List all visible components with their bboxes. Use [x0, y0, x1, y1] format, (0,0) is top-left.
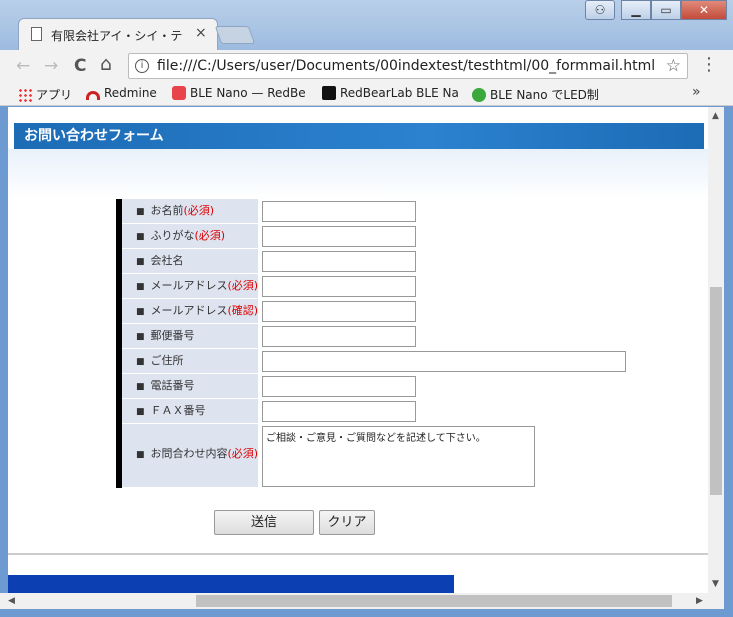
form-row-phone: ■ 電話番号: [122, 374, 626, 399]
minimize-button[interactable]: ▁: [621, 0, 651, 20]
field-label: ■ 会社名: [122, 249, 258, 274]
scroll-up-icon[interactable]: ▲: [712, 111, 719, 121]
field-label: ■ ＦＡＸ番号: [122, 399, 258, 424]
scroll-left-icon[interactable]: ◀: [8, 596, 15, 606]
form-row-furigana: ■ ふりがな(必須): [122, 224, 626, 249]
clear-button[interactable]: クリア: [319, 510, 375, 535]
form-row-address: ■ ご住所: [122, 349, 626, 374]
bookmark-redmine[interactable]: Redmine: [86, 86, 157, 100]
field-label: ■ お問合わせ内容(必須): [122, 424, 258, 488]
email-confirm-input[interactable]: [262, 301, 416, 322]
phone-input[interactable]: [262, 376, 416, 397]
field-label: ■ 郵便番号: [122, 324, 258, 349]
tab-title: 有限会社アイ・シイ・テ: [51, 29, 183, 43]
header-gradient: [8, 149, 708, 199]
form-row-email: ■ メールアドレス(必須): [122, 274, 626, 299]
company-input[interactable]: [262, 251, 416, 272]
inquiry-textarea[interactable]: ご相談・ご意見・ご質問などを記述して下さい。: [262, 426, 535, 487]
contact-form: ■ お名前(必須) ■ ふりがな(必須) ■ 会社名 ■ メールアドレス(必須) ■ メー…: [116, 199, 626, 488]
bullet-icon: ■: [136, 407, 145, 417]
redmine-icon: [86, 91, 100, 100]
field-label: ■ お名前(必須): [122, 199, 258, 224]
address-bar[interactable]: i file:///C:/Users/user/Documents/00inde…: [128, 53, 688, 79]
apps-grid-icon: [18, 88, 32, 102]
browser-toolbar: ← → C ⌂ i file:///C:/Users/user/Document…: [0, 50, 733, 82]
bullet-icon: ■: [136, 382, 145, 392]
bookmark-star-icon[interactable]: ☆: [666, 56, 681, 76]
user-profile-icon[interactable]: ⚇: [585, 0, 615, 20]
form-row-inquiry: ■ お問合わせ内容(必須) ご相談・ご意見・ご質問などを記述して下さい。: [122, 424, 626, 488]
bookmarks-bar: アプリ Redmine BLE Nano — RedBe RedBearLab …: [0, 82, 733, 106]
redbear-icon: [322, 86, 336, 100]
window-controls: ⚇ ▁ ▭ ✕: [585, 0, 727, 20]
postal-code-input[interactable]: [262, 326, 416, 347]
field-label: ■ メールアドレス(必須): [122, 274, 258, 299]
tab-close-icon[interactable]: ×: [195, 25, 207, 41]
vertical-scrollbar[interactable]: ▲ ▼: [708, 107, 724, 593]
divider: [8, 553, 708, 555]
address-input[interactable]: [262, 351, 626, 372]
furigana-input[interactable]: [262, 226, 416, 247]
bullet-icon: ■: [136, 282, 145, 292]
horizontal-scrollbar[interactable]: ◀ ▶: [0, 593, 724, 609]
bullet-icon: ■: [136, 307, 145, 317]
bullet-icon: ■: [136, 332, 145, 342]
footer-bar: [8, 575, 454, 593]
window-frame: [0, 609, 733, 617]
email-input[interactable]: [262, 276, 416, 297]
bullet-icon: ■: [136, 207, 145, 217]
bookmarks-more-icon[interactable]: »: [692, 84, 701, 100]
bullet-icon: ■: [136, 232, 145, 242]
green-icon: [472, 88, 486, 102]
back-icon[interactable]: ←: [16, 56, 30, 76]
bookmark-ble-nano-led[interactable]: BLE Nano でLED制: [472, 86, 612, 103]
forward-icon[interactable]: →: [44, 56, 58, 76]
pocket-icon: [172, 86, 186, 100]
bookmark-apps[interactable]: アプリ: [18, 86, 72, 103]
info-icon[interactable]: i: [135, 59, 149, 73]
maximize-button[interactable]: ▭: [651, 0, 681, 20]
bookmark-ble-nano[interactable]: BLE Nano — RedBe: [172, 86, 308, 100]
form-row-email-confirm: ■ メールアドレス(確認): [122, 299, 626, 324]
browser-titlebar: 有限会社アイ・シイ・テ × ⚇ ▁ ▭ ✕: [0, 0, 733, 50]
bullet-icon: ■: [136, 450, 145, 460]
browser-tab[interactable]: 有限会社アイ・シイ・テ ×: [18, 18, 218, 50]
fax-input[interactable]: [262, 401, 416, 422]
form-row-fax: ■ ＦＡＸ番号: [122, 399, 626, 424]
scroll-down-icon[interactable]: ▼: [712, 579, 719, 589]
page-title: お問い合わせフォーム: [14, 123, 704, 149]
form-row-company: ■ 会社名: [122, 249, 626, 274]
form-row-postal: ■ 郵便番号: [122, 324, 626, 349]
page-viewport: お問い合わせフォーム ■ お名前(必須) ■ ふりがな(必須) ■ 会社名 ■ メールア…: [8, 107, 708, 593]
scroll-right-icon[interactable]: ▶: [696, 596, 703, 606]
new-tab-button[interactable]: [214, 26, 256, 44]
field-label: ■ ふりがな(必須): [122, 224, 258, 249]
vertical-scroll-thumb[interactable]: [710, 287, 722, 495]
close-window-button[interactable]: ✕: [681, 0, 727, 20]
browser-menu-icon[interactable]: ⋮: [700, 54, 718, 75]
bookmark-redbearlab[interactable]: RedBearLab BLE Na: [322, 86, 462, 100]
submit-button[interactable]: 送信: [214, 510, 314, 535]
horizontal-scroll-thumb[interactable]: [196, 595, 672, 607]
field-label: ■ メールアドレス(確認): [122, 299, 258, 324]
document-icon: [31, 27, 42, 41]
url-text[interactable]: file:///C:/Users/user/Documents/00indext…: [157, 58, 655, 74]
reload-icon[interactable]: C: [74, 56, 86, 76]
form-row-name: ■ お名前(必須): [122, 199, 626, 224]
bullet-icon: ■: [136, 357, 145, 367]
field-label: ■ ご住所: [122, 349, 258, 374]
name-input[interactable]: [262, 201, 416, 222]
home-icon[interactable]: ⌂: [100, 53, 112, 75]
bullet-icon: ■: [136, 257, 145, 267]
field-label: ■ 電話番号: [122, 374, 258, 399]
